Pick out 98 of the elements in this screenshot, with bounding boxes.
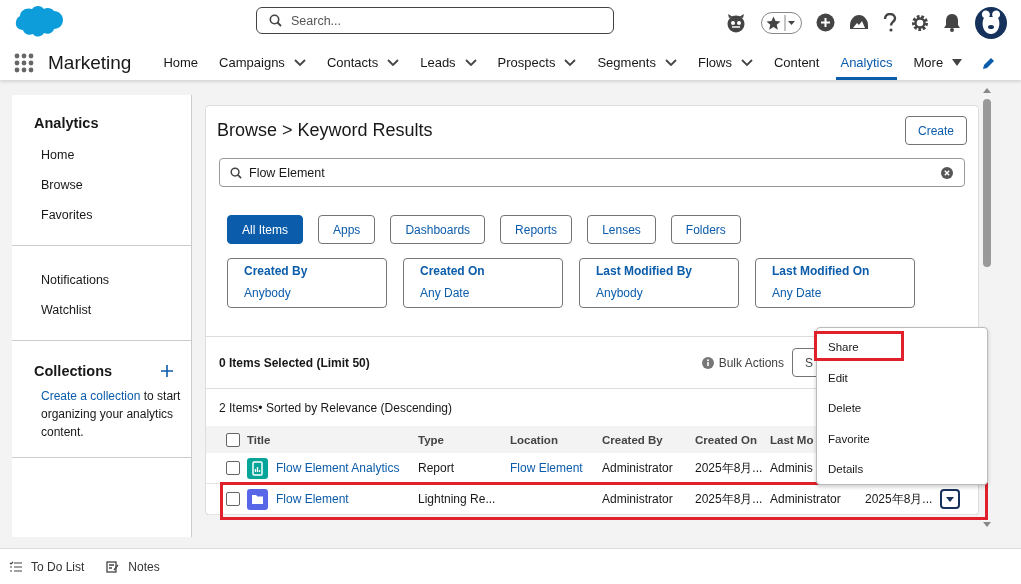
location-link[interactable]: Flow Element	[510, 461, 583, 475]
facet-label: Created On	[420, 264, 486, 278]
utility-item[interactable]: To Do List	[31, 559, 85, 574]
bell-icon[interactable]	[943, 13, 961, 32]
table-cell: Administrator	[602, 492, 673, 506]
chevron-icon[interactable]	[740, 58, 753, 67]
nav-tab[interactable]: Flows	[693, 45, 757, 80]
chevron-icon[interactable]	[293, 58, 306, 67]
collection-hint: Create a collection to start organizing your analytics content.	[41, 388, 182, 441]
facet-label: Last Modified By	[596, 264, 693, 278]
add-icon[interactable]	[816, 13, 835, 32]
report-icon	[247, 457, 268, 479]
table-cell: Report	[418, 461, 455, 475]
page-title: Browse > Keyword Results	[217, 120, 433, 141]
table-cell: Administrator	[770, 492, 841, 506]
bulk-actions-label: Bulk Actions	[718, 355, 784, 370]
menu-item[interactable]: Favorite	[817, 423, 987, 454]
mountain-icon[interactable]	[849, 13, 869, 32]
edit-icon[interactable]	[982, 55, 997, 70]
caret-icon[interactable]	[784, 14, 797, 31]
chevron-icon[interactable]	[564, 58, 577, 67]
avatar-icon[interactable]	[975, 6, 1007, 39]
nav-tab[interactable]: Prospects	[493, 45, 581, 80]
help-icon[interactable]	[883, 12, 897, 33]
table-cell: Lightning Re...	[418, 492, 496, 506]
column-header[interactable]: Location	[510, 433, 558, 446]
filter-button[interactable]: All Items	[227, 215, 303, 244]
chevron-icon[interactable]	[664, 58, 677, 67]
menu-item[interactable]: Delete	[817, 393, 987, 424]
table-cell: Adminis	[770, 461, 813, 475]
column-header[interactable]: Last Mo	[770, 433, 814, 446]
add-icon[interactable]	[161, 365, 173, 377]
table-cell: 2025年8月...	[695, 490, 763, 508]
facet-filter[interactable]: Last Modified By Anybody	[579, 258, 739, 308]
robot-face-icon[interactable]	[725, 12, 747, 33]
search-icon	[269, 14, 282, 27]
filter-button[interactable]: Folders	[670, 215, 741, 244]
filter-button[interactable]: Dashboards	[390, 215, 486, 244]
nav-tab[interactable]: More	[909, 45, 967, 80]
facet-value[interactable]: Any Date	[420, 286, 546, 300]
nav-tab[interactable]: Leads	[416, 45, 481, 80]
create-button[interactable]: Create	[904, 116, 967, 145]
chevron-icon[interactable]	[387, 58, 400, 67]
table-cell: 2025年8月...	[695, 459, 763, 477]
table-cell: Administrator	[602, 461, 673, 475]
facet-value[interactable]: Anybody	[244, 286, 370, 300]
facet-filter[interactable]: Created By Anybody	[227, 258, 387, 308]
create-collection-link[interactable]: Create a collection	[41, 389, 141, 403]
row-action-button[interactable]	[940, 489, 960, 509]
sidebar-item[interactable]: Favorites	[41, 201, 191, 231]
sidebar-item[interactable]: Browse	[41, 171, 191, 201]
nav-tab[interactable]: Content	[769, 45, 824, 80]
column-header[interactable]: Created By	[602, 433, 663, 446]
folder-icon	[247, 488, 268, 510]
notes-icon[interactable]	[106, 560, 120, 573]
row-checkbox[interactable]	[226, 461, 240, 475]
sidebar-item[interactable]: Home	[41, 141, 191, 171]
section-title: Collections	[34, 363, 113, 379]
nav-tab[interactable]: Campaigns	[215, 45, 310, 80]
row-checkbox[interactable]	[226, 492, 240, 506]
facet-value[interactable]: Anybody	[596, 286, 722, 300]
nav-tab[interactable]: Contacts	[322, 45, 404, 80]
sidebar-item[interactable]: Watchlist	[41, 296, 191, 326]
facet-label: Last Modified On	[772, 264, 871, 278]
filter-button[interactable]: Apps	[318, 215, 376, 244]
column-header[interactable]: Created On	[695, 433, 757, 446]
info-icon	[701, 356, 714, 369]
keyword-field[interactable]: Flow Element	[219, 158, 965, 187]
facet-filter[interactable]: Created On Any Date	[403, 258, 563, 308]
facet-filter[interactable]: Last Modified On Any Date	[755, 258, 915, 308]
filter-button[interactable]: Lenses	[587, 215, 656, 244]
filter-button[interactable]: Reports	[500, 215, 573, 244]
column-header[interactable]: Title	[247, 433, 271, 446]
selection-count: 0 Items Selected (Limit 50)	[219, 355, 370, 370]
chevron-icon[interactable]	[464, 58, 477, 67]
facet-value[interactable]: Any Date	[772, 286, 898, 300]
checklist-icon[interactable]	[9, 560, 22, 573]
search-field[interactable]: Search...	[256, 7, 614, 34]
results-summary: 2 Items• Sorted by Relevance (Descending)	[219, 401, 452, 415]
nav-tab[interactable]: Segments	[593, 45, 681, 80]
column-header[interactable]: Type	[418, 433, 444, 446]
title-link[interactable]: Flow Element	[276, 492, 349, 506]
nav-tab[interactable]: Home	[159, 45, 203, 80]
utility-item[interactable]: Notes	[128, 559, 160, 574]
app-launcher-icon[interactable]	[14, 52, 34, 73]
facet-label: Created By	[244, 264, 309, 278]
title-link[interactable]: Flow Element Analytics	[276, 461, 400, 475]
search-icon	[230, 167, 242, 179]
table-cell: 2025年8月...	[865, 490, 933, 508]
sidebar-title: Analytics	[34, 115, 100, 131]
select-all-checkbox[interactable]	[226, 432, 240, 447]
caret-icon[interactable]	[952, 59, 963, 66]
star-icon[interactable]	[766, 15, 781, 30]
sidebar-item[interactable]: Notifications	[41, 266, 191, 296]
caret-icon	[946, 496, 954, 502]
clear-icon[interactable]	[941, 167, 953, 179]
app-name: Marketing	[48, 51, 132, 74]
settings-icon[interactable]	[911, 13, 929, 32]
